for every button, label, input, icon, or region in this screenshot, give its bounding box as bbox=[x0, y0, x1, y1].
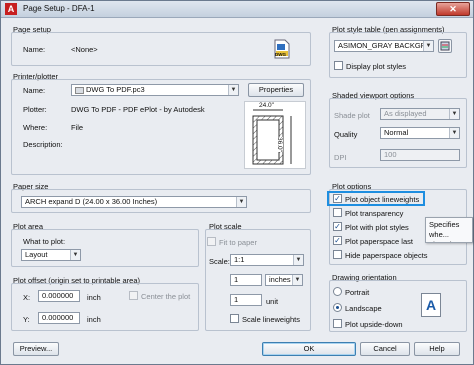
offset-x-input[interactable]: 0.000000 bbox=[38, 290, 80, 302]
display-plot-styles-checkbox[interactable] bbox=[334, 61, 343, 70]
plot-object-lineweights-label: Plot object lineweights bbox=[345, 195, 420, 204]
plot-upside-down-label: Plot upside-down bbox=[345, 320, 403, 329]
plot-paperspace-last-label: Plot paperspace last bbox=[345, 237, 413, 246]
where-label: Where: bbox=[23, 123, 48, 132]
plot-style-value: ASIMON_GRAY BACKGROU bbox=[338, 41, 434, 50]
dpi-input[interactable]: 100 bbox=[380, 149, 460, 161]
what-to-plot-label: What to plot: bbox=[23, 237, 66, 246]
center-plot-label: Center the plot bbox=[141, 292, 191, 301]
scale-numerator-input[interactable]: 1 bbox=[230, 274, 262, 286]
plot-upside-down-checkbox[interactable] bbox=[333, 319, 342, 328]
scale-value: 1:1 bbox=[234, 255, 245, 264]
what-to-plot-value: Layout bbox=[25, 250, 48, 259]
plot-style-select[interactable]: ASIMON_GRAY BACKGROU ▼ bbox=[334, 40, 434, 52]
chevron-down-icon: ▼ bbox=[293, 255, 303, 265]
plot-with-styles-checkbox[interactable]: ✓ bbox=[333, 222, 342, 231]
scale-unit-select[interactable]: inches ▼ bbox=[265, 274, 303, 286]
printer-name-value: DWG To PDF.pc3 bbox=[86, 85, 145, 94]
fit-to-paper-checkbox[interactable] bbox=[207, 237, 216, 246]
properties-button[interactable]: Properties bbox=[248, 83, 304, 97]
dpi-label: DPI bbox=[334, 153, 347, 162]
where-value: File bbox=[71, 123, 84, 132]
chevron-down-icon: ▼ bbox=[236, 197, 246, 207]
ok-button[interactable]: OK bbox=[262, 342, 356, 356]
landscape-radio[interactable] bbox=[333, 303, 342, 312]
plotter-value: DWG To PDF - PDF ePlot - by Autodesk bbox=[71, 105, 205, 114]
plot-object-lineweights-checkbox[interactable]: ✓ bbox=[333, 194, 342, 203]
cancel-button[interactable]: Cancel bbox=[360, 342, 410, 356]
quality-select[interactable]: Normal ▼ bbox=[380, 127, 460, 139]
dwg-badge-text: DWG bbox=[275, 52, 286, 57]
quality-value: Normal bbox=[384, 128, 409, 137]
hide-paperspace-checkbox[interactable] bbox=[333, 250, 342, 259]
scale-denominator-input[interactable]: 1 bbox=[230, 294, 262, 306]
chevron-down-icon: ▼ bbox=[423, 41, 433, 51]
title-bar[interactable]: A Page Setup - DFA-1 ✕ bbox=[1, 1, 473, 18]
scale-select[interactable]: 1:1 ▼ bbox=[230, 254, 304, 266]
quality-label: Quality bbox=[334, 130, 358, 139]
page-setup-dialog: A Page Setup - DFA-1 ✕ Page setup Name: … bbox=[0, 0, 474, 365]
offset-y-unit: inch bbox=[87, 315, 101, 324]
chevron-down-icon: ▼ bbox=[449, 109, 459, 119]
paper-preview bbox=[244, 101, 306, 169]
display-plot-styles-label: Display plot styles bbox=[346, 62, 407, 71]
chevron-down-icon: ▼ bbox=[449, 128, 459, 138]
plot-paperspace-last-checkbox[interactable]: ✓ bbox=[333, 236, 342, 245]
plot-with-styles-label: Plot with plot styles bbox=[345, 223, 409, 232]
center-plot-checkbox[interactable] bbox=[129, 291, 138, 300]
portrait-radio[interactable] bbox=[333, 287, 342, 296]
printer-icon bbox=[75, 86, 84, 94]
close-button[interactable]: ✕ bbox=[436, 2, 470, 16]
offset-y-label: Y: bbox=[23, 315, 30, 324]
portrait-label: Portrait bbox=[345, 288, 370, 297]
preview-width-label: 24.0" bbox=[259, 102, 274, 109]
plot-transparency-label: Plot transparency bbox=[345, 209, 404, 218]
edit-style-icon[interactable] bbox=[438, 39, 452, 53]
plot-transparency-checkbox[interactable] bbox=[333, 208, 342, 217]
window-title: Page Setup - DFA-1 bbox=[23, 4, 95, 13]
autocad-app-icon: A bbox=[5, 3, 17, 15]
printer-name-select[interactable]: DWG To PDF.pc3 ▼ bbox=[71, 84, 239, 96]
scale-den-unit: unit bbox=[266, 297, 279, 306]
landscape-label: Landscape bbox=[345, 304, 382, 313]
description-label: Description: bbox=[23, 140, 63, 149]
scale-lineweights-label: Scale lineweights bbox=[242, 315, 300, 324]
hide-paperspace-label: Hide paperspace objects bbox=[345, 251, 428, 260]
scale-lineweights-checkbox[interactable] bbox=[230, 314, 239, 323]
plotter-label: Plotter: bbox=[23, 105, 47, 114]
paper-size-select[interactable]: ARCH expand D (24.00 x 36.00 Inches) ▼ bbox=[21, 196, 247, 208]
paper-size-value: ARCH expand D (24.00 x 36.00 Inches) bbox=[25, 197, 158, 206]
page-setup-name-value: <None> bbox=[71, 45, 98, 54]
shade-plot-select[interactable]: As displayed ▼ bbox=[380, 108, 460, 120]
tooltip: Specifies whe... plotted. bbox=[425, 217, 473, 243]
chevron-down-icon: ▼ bbox=[70, 250, 80, 260]
page-setup-group bbox=[11, 32, 311, 66]
what-to-plot-select[interactable]: Layout ▼ bbox=[21, 249, 81, 261]
help-button[interactable]: Help bbox=[414, 342, 460, 356]
offset-x-label: X: bbox=[23, 293, 31, 302]
page-setup-name-label: Name: bbox=[23, 45, 46, 54]
orientation-preview-icon: A bbox=[421, 293, 441, 317]
chevron-down-icon: ▼ bbox=[292, 275, 302, 285]
shade-plot-label: Shade plot bbox=[334, 111, 370, 120]
fit-to-paper-label: Fit to paper bbox=[219, 238, 257, 247]
scale-label: Scale: bbox=[209, 257, 230, 266]
preview-height-label: 36.0" bbox=[276, 137, 283, 152]
chevron-down-icon: ▼ bbox=[228, 85, 238, 95]
printer-name-label: Name: bbox=[23, 86, 46, 95]
plot-area-group bbox=[11, 229, 199, 267]
offset-y-input[interactable]: 0.000000 bbox=[38, 312, 80, 324]
scale-unit-value: inches bbox=[269, 275, 291, 284]
preview-button[interactable]: Preview... bbox=[13, 342, 59, 356]
offset-x-unit: inch bbox=[87, 293, 101, 302]
shade-plot-value: As displayed bbox=[384, 109, 427, 118]
